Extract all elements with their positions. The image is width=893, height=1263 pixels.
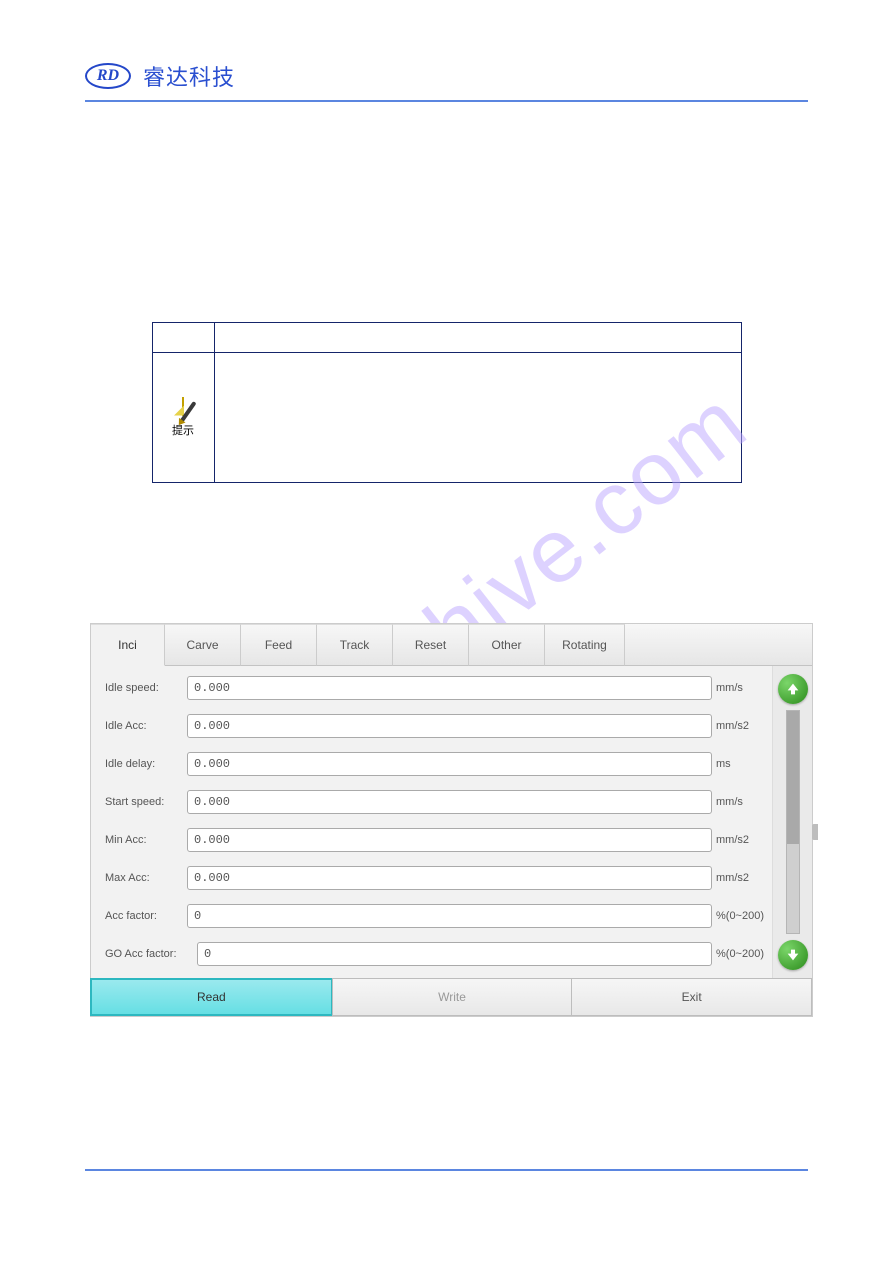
read-button[interactable]: Read: [90, 978, 333, 1016]
panel-handle[interactable]: [812, 824, 818, 840]
unit-start-speed: mm/s: [712, 796, 764, 808]
tab-carve[interactable]: Carve: [165, 624, 241, 666]
tip-icon: [182, 398, 184, 416]
row-start-speed: Start speed: mm/s: [105, 790, 764, 814]
label-min-acc: Min Acc:: [105, 834, 187, 846]
input-min-acc[interactable]: [187, 828, 712, 852]
note-header-left: [152, 323, 214, 353]
unit-min-acc: mm/s2: [712, 834, 764, 846]
label-idle-delay: Idle delay:: [105, 758, 187, 770]
unit-idle-speed: mm/s: [712, 682, 764, 694]
row-idle-speed: Idle speed: mm/s: [105, 676, 764, 700]
label-start-speed: Start speed:: [105, 796, 187, 808]
row-idle-acc: Idle Acc: mm/s2: [105, 714, 764, 738]
tab-bar: Inci Carve Feed Track Reset Other Rotati…: [91, 624, 812, 666]
unit-max-acc: mm/s2: [712, 872, 764, 884]
unit-go-acc-factor: %(0~200): [712, 948, 764, 960]
row-idle-delay: Idle delay: ms: [105, 752, 764, 776]
exit-button[interactable]: Exit: [571, 978, 812, 1016]
scroll-up-button[interactable]: [778, 674, 808, 704]
scroll-column: [772, 666, 812, 978]
tab-other[interactable]: Other: [469, 624, 545, 666]
scroll-down-button[interactable]: [778, 940, 808, 970]
note-header-right: [214, 323, 741, 353]
unit-idle-acc: mm/s2: [712, 720, 764, 732]
input-go-acc-factor[interactable]: [197, 942, 712, 966]
scrollbar-track[interactable]: [786, 710, 800, 934]
tab-reset[interactable]: Reset: [393, 624, 469, 666]
row-acc-factor: Acc factor: %(0~200): [105, 904, 764, 928]
input-idle-delay[interactable]: [187, 752, 712, 776]
label-acc-factor: Acc factor:: [105, 910, 187, 922]
arrow-up-icon: [785, 681, 801, 697]
note-icon-cell: 提示: [152, 353, 214, 483]
input-acc-factor[interactable]: [187, 904, 712, 928]
page-header: RD 睿达科技: [85, 60, 808, 92]
logo-icon: RD: [85, 63, 131, 89]
label-go-acc-factor: GO Acc factor:: [105, 948, 197, 960]
brand-name: 睿达科技: [143, 60, 235, 92]
note-box: 提示: [152, 322, 742, 483]
input-idle-acc[interactable]: [187, 714, 712, 738]
scrollbar-thumb[interactable]: [787, 711, 799, 844]
footer-divider: [85, 1169, 808, 1171]
label-max-acc: Max Acc:: [105, 872, 187, 884]
label-idle-acc: Idle Acc:: [105, 720, 187, 732]
write-button[interactable]: Write: [332, 978, 573, 1016]
tab-track[interactable]: Track: [317, 624, 393, 666]
arrow-down-icon: [785, 947, 801, 963]
input-idle-speed[interactable]: [187, 676, 712, 700]
tab-rotating[interactable]: Rotating: [545, 624, 625, 666]
tab-feed[interactable]: Feed: [241, 624, 317, 666]
input-max-acc[interactable]: [187, 866, 712, 890]
tab-inci[interactable]: Inci: [91, 624, 165, 666]
label-idle-speed: Idle speed:: [105, 682, 187, 694]
settings-panel: Inci Carve Feed Track Reset Other Rotati…: [90, 623, 813, 1017]
input-start-speed[interactable]: [187, 790, 712, 814]
form-area: Idle speed: mm/s Idle Acc: mm/s2 Idle de…: [91, 666, 772, 978]
row-min-acc: Min Acc: mm/s2: [105, 828, 764, 852]
unit-idle-delay: ms: [712, 758, 764, 770]
unit-acc-factor: %(0~200): [712, 910, 764, 922]
note-body: [214, 353, 741, 483]
bottom-button-bar: Read Write Exit: [91, 978, 812, 1016]
tab-filler: [625, 624, 812, 666]
row-go-acc-factor: GO Acc factor: %(0~200): [105, 942, 764, 966]
row-max-acc: Max Acc: mm/s2: [105, 866, 764, 890]
